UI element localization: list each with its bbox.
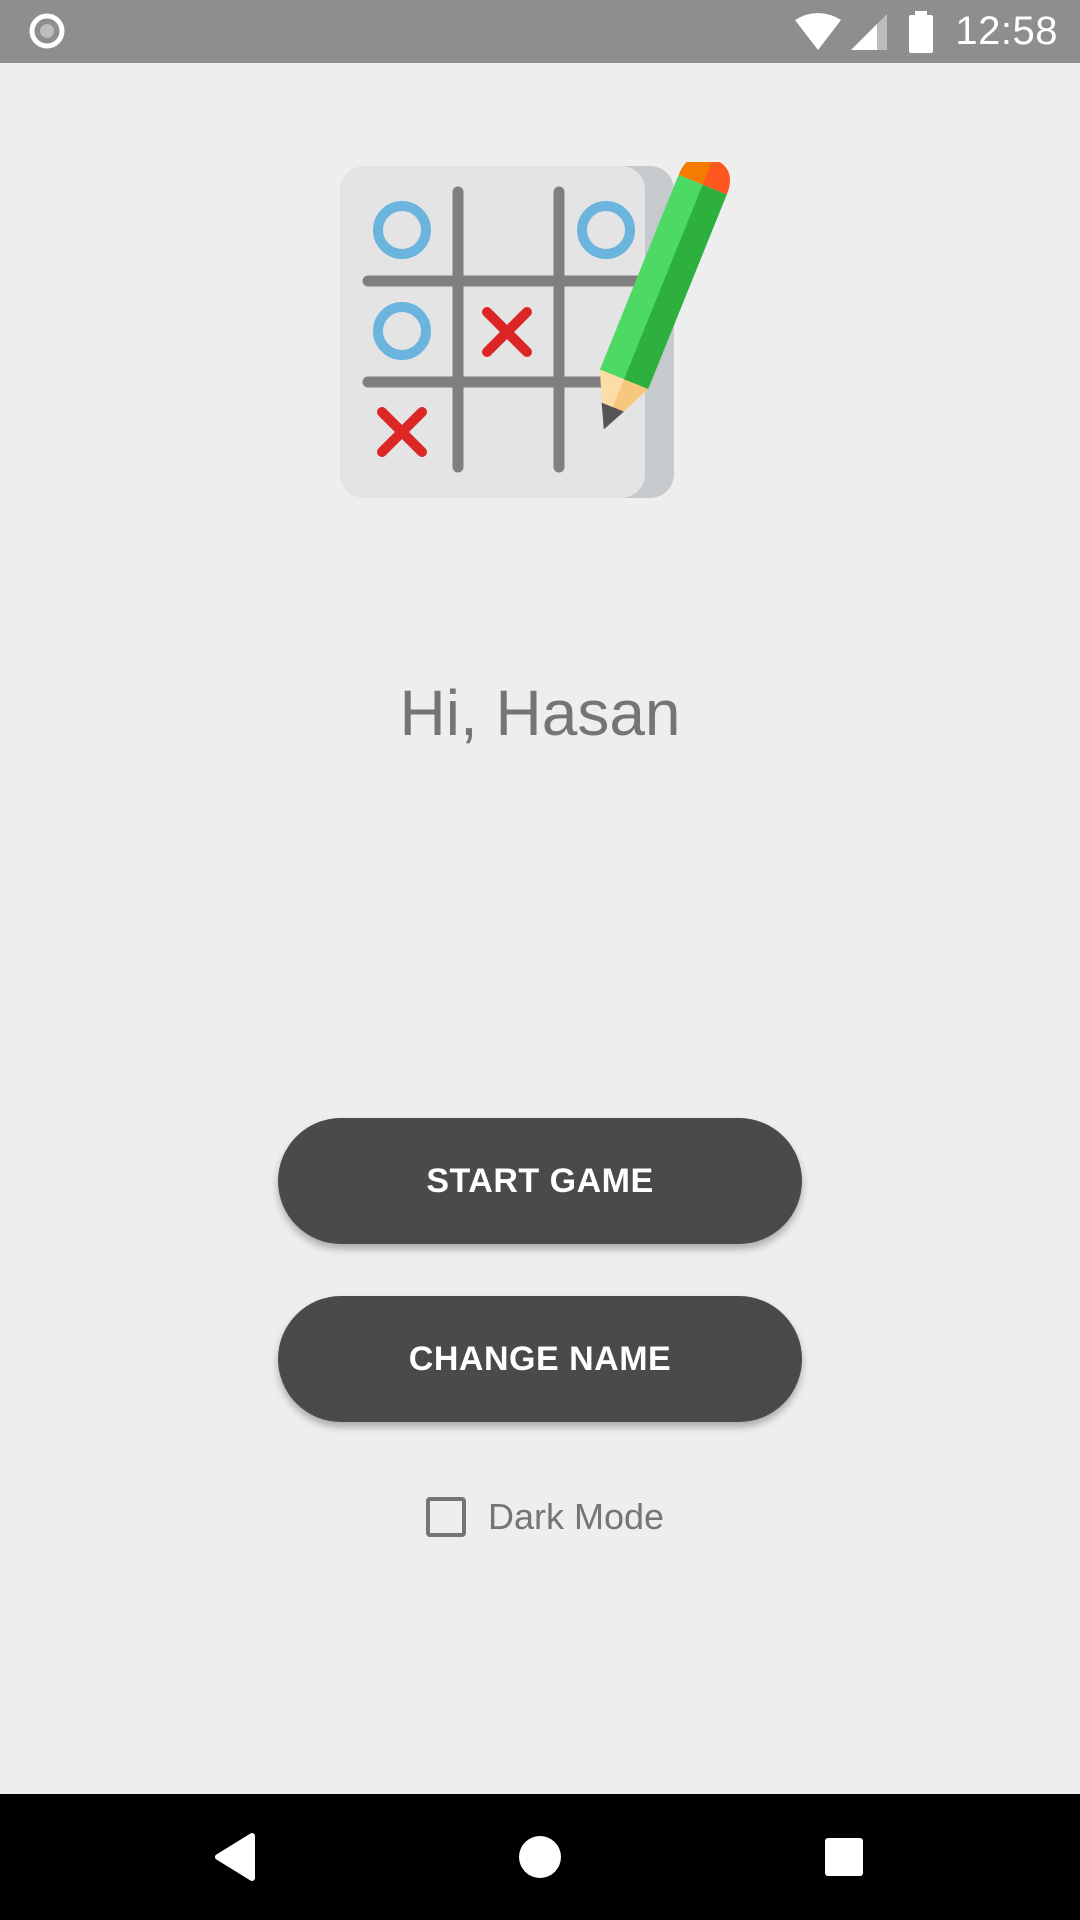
back-button[interactable]	[175, 1794, 295, 1920]
cellular-signal-icon	[851, 13, 888, 50]
dark-mode-toggle[interactable]: Dark Mode	[426, 1490, 664, 1544]
dark-mode-checkbox[interactable]	[426, 1497, 466, 1537]
battery-icon	[909, 10, 934, 53]
tic-tac-toe-pencil-icon	[340, 162, 730, 498]
start-game-button[interactable]: START GAME	[278, 1118, 802, 1244]
recents-icon	[825, 1838, 863, 1876]
change-name-button[interactable]: CHANGE NAME	[278, 1296, 802, 1422]
wifi-icon	[795, 12, 842, 50]
home-icon	[519, 1836, 561, 1878]
back-icon	[215, 1833, 255, 1881]
status-time: 12:58	[955, 9, 1058, 53]
status-bar: 12:58	[0, 0, 1080, 63]
notification-dot-icon	[29, 13, 65, 49]
status-right-group: 12:58	[793, 0, 1058, 63]
home-button[interactable]	[480, 1794, 600, 1920]
navigation-bar	[0, 1794, 1080, 1920]
greeting-text: Hi, Hasan	[399, 677, 681, 749]
recents-button[interactable]	[784, 1794, 904, 1920]
dark-mode-label: Dark Mode	[488, 1496, 665, 1537]
